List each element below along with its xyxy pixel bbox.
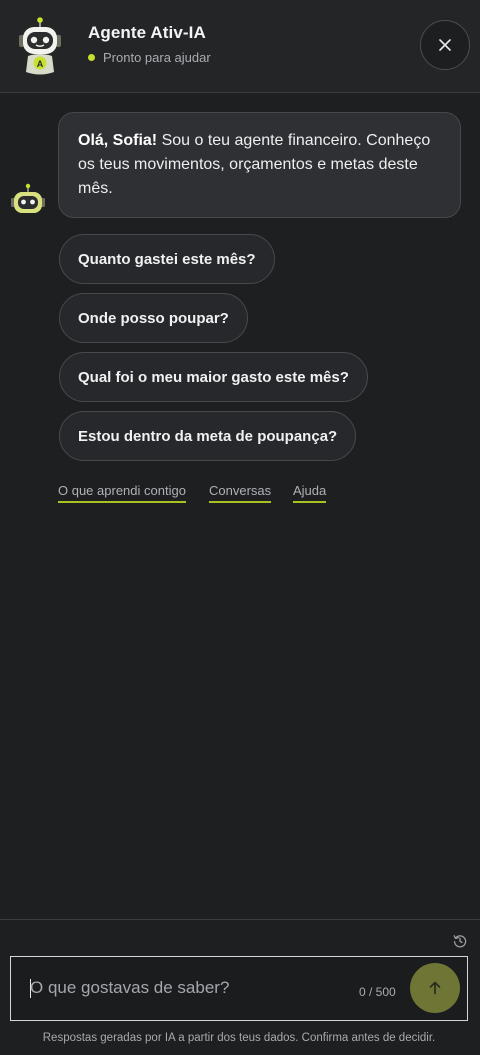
suggestion-chip[interactable]: Quanto gastei este mês? [59,234,275,284]
message-greeting: Olá, Sofia! [78,132,158,149]
message-input-box: 0 / 500 [10,956,468,1021]
suggestion-chip[interactable]: Qual foi o meu maior gasto este mês? [59,352,368,402]
status-text: Pronto para ajudar [103,50,211,65]
agent-message-bubble: Olá, Sofia! Sou o teu agente financeiro.… [58,112,461,218]
agent-title: Agente Ativ-IA [88,23,206,42]
link-conversations[interactable]: Conversas [209,483,272,503]
arrow-up-icon [429,981,441,995]
chat-header: A Agente Ativ-IA Pronto para ajudar [0,0,480,93]
ai-disclaimer: Respostas geradas por IA a partir dos te… [42,1032,436,1044]
close-icon [439,39,451,51]
suggestion-chip[interactable]: Estou dentro da meta de poupança? [59,411,357,461]
send-button[interactable] [410,963,460,1013]
close-button[interactable] [420,20,470,70]
link-what-i-learned[interactable]: O que aprendi contigo [58,483,186,503]
link-help[interactable]: Ajuda [293,483,327,503]
robot-avatar-icon: A [19,17,61,75]
message-input[interactable] [30,957,350,1019]
composer-area: 0 / 500 Respostas geradas por IA a parti… [0,919,480,1055]
agent-status: Pronto para ajudar [88,50,211,65]
text-caret [30,979,31,998]
char-counter: 0 / 500 [359,985,396,999]
robot-avatar-small-icon [11,183,45,213]
history-icon[interactable] [453,934,467,948]
status-dot-icon [88,54,95,61]
suggestion-chip[interactable]: Onde posso poupar? [59,293,248,343]
svg-text:A: A [37,59,44,69]
